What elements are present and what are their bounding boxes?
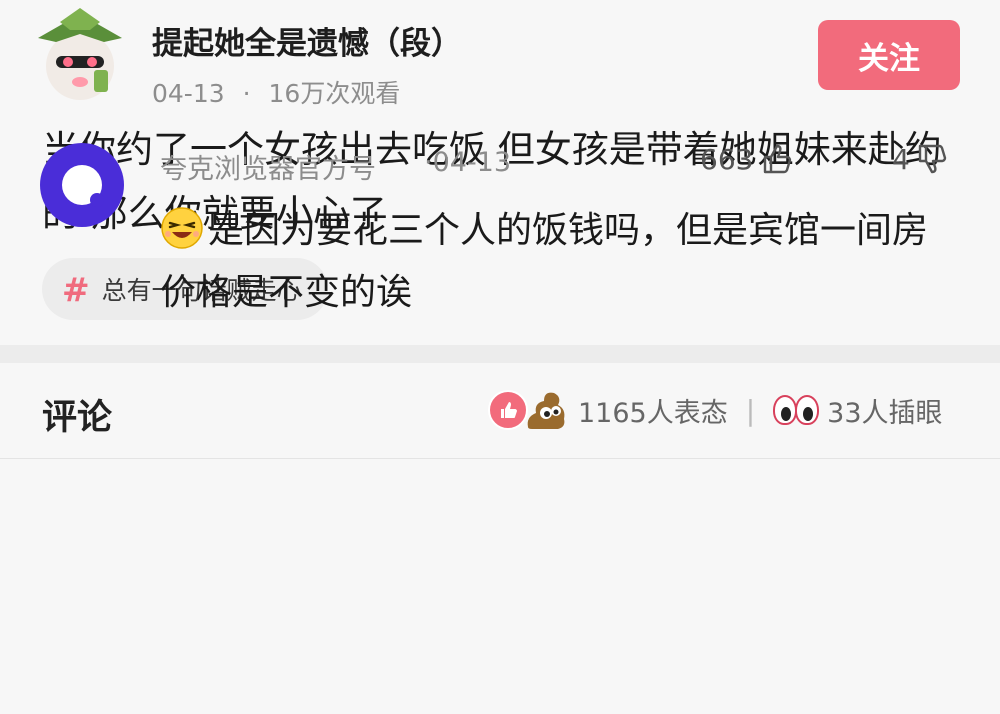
comment-date: ·04-13 bbox=[424, 147, 512, 178]
comment-like-count: 663 bbox=[700, 142, 754, 176]
comment-like-button[interactable]: 663 bbox=[700, 142, 795, 176]
poop-emoji-icon bbox=[522, 387, 568, 433]
reactions-count: 1165人表态 bbox=[578, 397, 728, 429]
quark-logo-icon bbox=[62, 165, 104, 207]
header-separator: | bbox=[745, 393, 756, 427]
comment-dislike-count: 4 bbox=[892, 142, 910, 176]
comment-body: 是因为要花三个人的饭钱吗，但是宾馆一间房价格是不变的诶 bbox=[160, 210, 929, 313]
post-meta: 04-13 · 16万次观看 bbox=[152, 74, 400, 110]
reactions-summary[interactable]: 1165人表态 | 33人插眼 bbox=[488, 387, 943, 433]
eyes-count: 33人插眼 bbox=[827, 397, 943, 429]
thumbs-down-outline-icon bbox=[918, 144, 947, 174]
comments-header: 评论 1165人表态 | 33人插眼 bbox=[0, 363, 1000, 459]
thumbs-up-outline-icon bbox=[764, 144, 792, 174]
comments-title: 评论 bbox=[42, 398, 113, 438]
author-name[interactable]: 提起她全是遗憾（段） bbox=[152, 18, 462, 63]
post-date: 04-13 bbox=[152, 79, 225, 108]
section-divider bbox=[0, 345, 1000, 363]
laughing-emoji-icon bbox=[160, 206, 204, 250]
hashtag-icon: # bbox=[62, 269, 90, 309]
author-avatar[interactable] bbox=[30, 8, 130, 104]
comment-dislike-button[interactable]: 4 bbox=[892, 142, 950, 176]
avatar-illustration bbox=[38, 8, 122, 100]
eyes-icon bbox=[773, 395, 820, 425]
comment-author[interactable]: 夸克浏览器官方号 bbox=[160, 147, 376, 186]
comments-section: 评论 1165人表态 | 33人插眼 bbox=[0, 363, 1000, 714]
comment-text: 是因为要花三个人的饭钱吗，但是宾馆一间房价格是不变的诶 bbox=[160, 200, 960, 324]
view-count: 16万次观看 bbox=[268, 79, 401, 108]
quark-avatar[interactable] bbox=[40, 143, 124, 227]
meta-separator: · bbox=[242, 79, 251, 108]
follow-button[interactable]: 关注 bbox=[818, 20, 960, 90]
